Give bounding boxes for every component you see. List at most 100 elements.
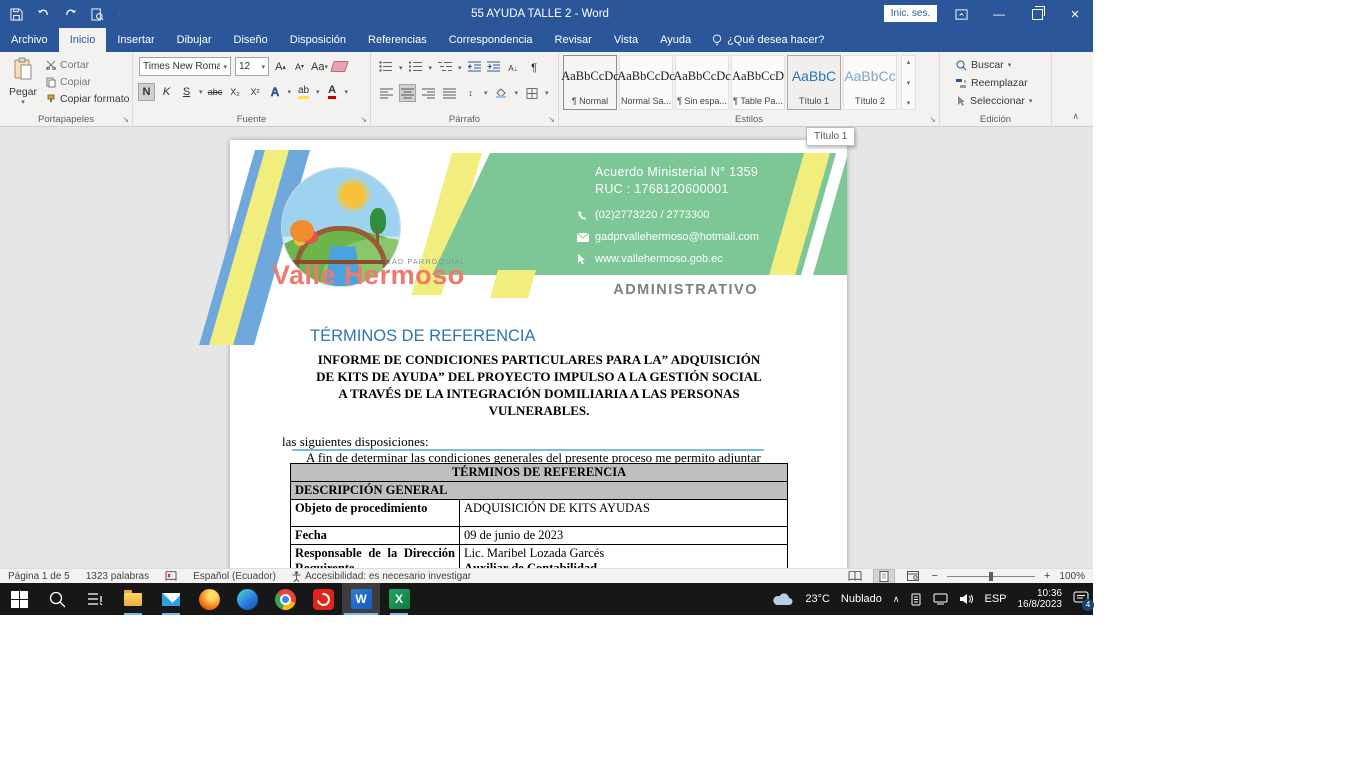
line-spacing-button[interactable]: ↕	[463, 85, 478, 101]
styles-scroll-up-icon[interactable]: ▴	[907, 58, 911, 66]
show-marks-button[interactable]: ¶	[527, 60, 542, 76]
tab-correspondencia[interactable]: Correspondencia	[438, 28, 544, 52]
italic-button[interactable]: K	[159, 84, 174, 100]
align-right-button[interactable]	[421, 85, 436, 101]
tab-disposicion[interactable]: Disposición	[279, 28, 357, 52]
task-view-button[interactable]	[76, 583, 114, 615]
page-indicator[interactable]: Página 1 de 5	[8, 571, 70, 582]
shrink-font-button[interactable]: A▾	[292, 59, 307, 75]
tab-referencias[interactable]: Referencias	[357, 28, 438, 52]
styles-scroll-down-icon[interactable]: ▾	[907, 79, 911, 87]
print-layout-button[interactable]	[874, 570, 894, 583]
font-color-button[interactable]: A	[325, 84, 340, 100]
network-icon[interactable]	[933, 593, 948, 605]
grow-font-button[interactable]: A▴	[273, 59, 288, 75]
weather-condition[interactable]: Nublado	[841, 593, 882, 605]
find-button[interactable]: Buscar▾	[954, 58, 1034, 72]
paste-button[interactable]: Pegar ▾	[6, 57, 40, 106]
tab-vista[interactable]: Vista	[603, 28, 649, 52]
bullets-button[interactable]	[379, 59, 393, 77]
justify-button[interactable]	[442, 85, 457, 101]
decrease-indent-button[interactable]	[468, 59, 481, 77]
keyboard-language[interactable]: ESP	[984, 593, 1006, 605]
notification-center-button[interactable]: 4	[1073, 591, 1089, 608]
subscript-button[interactable]: X₂	[228, 84, 243, 100]
tab-insertar[interactable]: Insertar	[106, 28, 165, 52]
undo-icon[interactable]	[37, 8, 50, 20]
replace-button[interactable]: Reemplazar	[954, 76, 1034, 90]
read-mode-button[interactable]	[845, 570, 865, 583]
sort-button[interactable]: A↓	[506, 60, 521, 76]
style-normal[interactable]: AaBbCcDc¶ Normal	[563, 55, 617, 110]
style-titulo-1[interactable]: AaBbCTítulo 1	[787, 55, 841, 110]
close-button[interactable]: ×	[1059, 0, 1091, 28]
font-name-combo[interactable]: Times New Roma▾	[139, 57, 231, 76]
style-sin-espaciado[interactable]: AaBbCcDc¶ Sin espa...	[675, 55, 729, 110]
restore-button[interactable]	[1021, 0, 1053, 28]
firefox-button[interactable]	[190, 583, 228, 615]
change-case-button[interactable]: Aa▾	[311, 59, 328, 75]
taskbar-search-button[interactable]	[38, 583, 76, 615]
word-taskbar-button[interactable]: W	[342, 583, 380, 615]
highlight-button[interactable]: ab	[296, 84, 311, 100]
zoom-slider-thumb[interactable]	[989, 572, 993, 581]
redo-icon[interactable]	[64, 8, 77, 20]
bold-button[interactable]: N	[139, 84, 154, 100]
clipboard-dialog-launcher[interactable]: ↘	[122, 116, 129, 124]
ribbon-display-options-button[interactable]	[945, 0, 977, 28]
document-page[interactable]: Acuerdo Ministerial N° 1359 RUC : 176812…	[230, 140, 847, 568]
clear-formatting-button[interactable]	[332, 59, 347, 75]
align-left-button[interactable]	[379, 85, 394, 101]
weather-cloud-icon[interactable]	[772, 592, 794, 606]
file-explorer-button[interactable]	[114, 583, 152, 615]
tab-diseno[interactable]: Diseño	[223, 28, 279, 52]
proofing-error-icon[interactable]	[165, 571, 177, 582]
style-titulo-2[interactable]: AaBbCcTítulo 2	[843, 55, 897, 110]
increase-indent-button[interactable]	[487, 59, 500, 77]
tray-app-icon[interactable]	[910, 593, 922, 606]
strikethrough-button[interactable]: abc	[208, 84, 223, 100]
language-indicator[interactable]: Español (Ecuador)	[193, 571, 276, 582]
multilevel-list-button[interactable]	[438, 59, 452, 77]
zoom-in-button[interactable]: +	[1044, 570, 1050, 582]
weather-temp[interactable]: 23°C	[805, 593, 830, 605]
tab-ayuda[interactable]: Ayuda	[649, 28, 702, 52]
document-area[interactable]: Acuerdo Ministerial N° 1359 RUC : 176812…	[0, 127, 1093, 568]
borders-button[interactable]	[524, 85, 539, 101]
text-effects-button[interactable]: A	[268, 84, 283, 100]
shading-button[interactable]	[494, 85, 509, 101]
underline-button[interactable]: S	[179, 84, 194, 100]
cut-button[interactable]: Cortar	[44, 58, 131, 72]
font-size-combo[interactable]: 12▾	[235, 57, 269, 76]
word-count[interactable]: 1323 palabras	[86, 571, 149, 582]
collapse-ribbon-button[interactable]: ∧	[1072, 111, 1079, 122]
accessibility-status[interactable]: Accesibilidad: es necesario investigar	[292, 571, 471, 582]
format-painter-button[interactable]: Copiar formato	[44, 92, 131, 106]
minimize-button[interactable]: —	[983, 0, 1015, 28]
tab-revisar[interactable]: Revisar	[544, 28, 603, 52]
tab-inicio[interactable]: Inicio	[59, 28, 107, 52]
numbering-button[interactable]	[409, 59, 423, 77]
select-button[interactable]: Seleccionar▾	[954, 94, 1034, 108]
acrobat-button[interactable]	[304, 583, 342, 615]
sign-in-button[interactable]: Inic. ses.	[884, 5, 937, 22]
style-table-paragraph[interactable]: AaBbCcD¶ Table Pa...	[731, 55, 785, 110]
save-icon[interactable]	[10, 8, 23, 21]
tab-dibujar[interactable]: Dibujar	[166, 28, 223, 52]
tray-expand-icon[interactable]: ∧	[893, 594, 900, 605]
superscript-button[interactable]: X²	[248, 84, 263, 100]
align-center-button[interactable]	[400, 85, 415, 101]
font-dialog-launcher[interactable]: ↘	[360, 116, 367, 124]
clock[interactable]: 10:36 16/8/2023	[1018, 588, 1063, 610]
zoom-level[interactable]: 100%	[1059, 571, 1085, 582]
print-preview-icon[interactable]	[91, 8, 104, 21]
zoom-out-button[interactable]: −	[932, 570, 938, 582]
start-button[interactable]	[0, 583, 38, 615]
styles-gallery-more-icon[interactable]: ▾	[907, 99, 911, 107]
tab-archivo[interactable]: Archivo	[0, 28, 59, 52]
volume-icon[interactable]	[959, 593, 973, 605]
style-normal-sa[interactable]: AaBbCcDcNormal Sa...	[619, 55, 673, 110]
customize-qat-icon[interactable]: ▾	[118, 10, 122, 18]
styles-gallery-scroll[interactable]: ▴ ▾ ▾	[901, 55, 916, 110]
excel-taskbar-button[interactable]: X	[380, 583, 418, 615]
